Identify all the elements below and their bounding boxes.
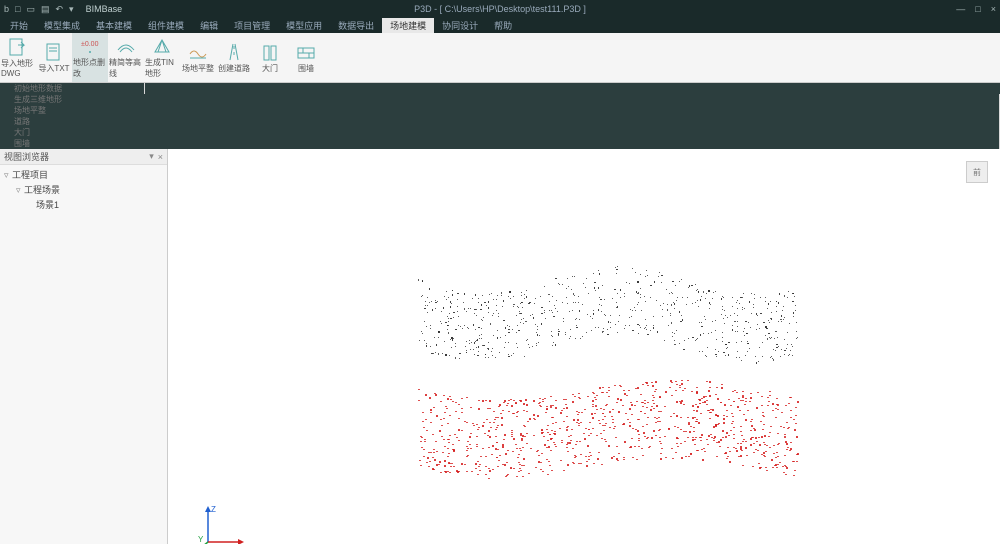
tab-model-integration[interactable]: 模型集成 xyxy=(36,18,88,33)
title-bar: b □ ▭ ▤ ↶ ▾ BIMBase P3D - [ C:\Users\HP\… xyxy=(0,0,1000,18)
qat-new-icon[interactable]: □ xyxy=(15,4,20,15)
axis-z-label: Z xyxy=(211,505,216,514)
panel-pin-icon[interactable]: ▾ xyxy=(149,151,154,162)
maximize-button[interactable]: □ xyxy=(975,4,980,14)
app-brand: BIMBase xyxy=(86,4,123,14)
import-dwg-button[interactable]: 导入地形DWG xyxy=(0,33,36,82)
qat-open-icon[interactable]: ▭ xyxy=(26,4,35,15)
tin-icon xyxy=(152,36,172,56)
viewcube[interactable]: 前 xyxy=(966,161,988,183)
tree-node-scene-group[interactable]: ▿工程场景 xyxy=(4,182,163,197)
close-button[interactable]: × xyxy=(991,4,996,14)
tab-help[interactable]: 帮助 xyxy=(486,18,520,33)
panel-title: 视图浏览器 xyxy=(4,150,49,163)
qat-save-icon[interactable]: ▤ xyxy=(41,4,50,15)
group-label-initial-terrain: 初始地形数据 xyxy=(0,83,145,94)
tree-node-project[interactable]: ▿工程项目 xyxy=(4,167,163,182)
import-txt-button[interactable]: 导入TXT xyxy=(36,33,72,82)
gate-icon xyxy=(260,42,280,62)
tab-data-export[interactable]: 数据导出 xyxy=(330,18,382,33)
tab-edit[interactable]: 编辑 xyxy=(192,18,226,33)
import-txt-icon xyxy=(44,42,64,62)
wall-button[interactable]: 围墙 xyxy=(288,33,324,82)
point-cloud-upper xyxy=(418,259,798,369)
wall-icon xyxy=(296,42,316,62)
create-road-button[interactable]: 创建道路 xyxy=(216,33,252,82)
import-dwg-icon xyxy=(8,37,28,57)
tab-project-management[interactable]: 项目管理 xyxy=(226,18,278,33)
window-controls: — □ × xyxy=(956,4,996,14)
simplify-contour-button[interactable]: 精简等高线 xyxy=(108,33,144,82)
app-logo-icon[interactable]: b xyxy=(4,4,9,15)
project-tree: ▿工程项目 ▿工程场景 场景1 xyxy=(0,165,167,544)
flatten-icon xyxy=(188,42,208,62)
panel-close-icon[interactable]: × xyxy=(158,152,163,162)
road-icon xyxy=(224,42,244,62)
group-label-gate: 大门 xyxy=(0,127,1000,138)
simplify-contour-icon xyxy=(116,36,136,56)
generate-tin-button[interactable]: 生成TIN地形 xyxy=(144,33,180,82)
panel-header: 视图浏览器 ▾ × xyxy=(0,149,167,165)
site-flatten-button[interactable]: 场地平整 xyxy=(180,33,216,82)
tab-site-modeling[interactable]: 场地建模 xyxy=(382,18,434,33)
gate-button[interactable]: 大门 xyxy=(252,33,288,82)
qat-dropdown-icon[interactable]: ▾ xyxy=(69,4,74,15)
axis-gizmo: Z X Y xyxy=(198,502,248,544)
axis-y-label: Y xyxy=(198,535,204,544)
ribbon: 导入地形DWG 导入TXT ±0.00 地形点删改 精简等高线 生成TIN地形 … xyxy=(0,33,1000,149)
quick-access-toolbar: b □ ▭ ▤ ↶ ▾ xyxy=(4,4,74,15)
group-label-road: 道路 xyxy=(0,116,1000,127)
edit-points-button[interactable]: ±0.00 地形点删改 xyxy=(72,33,108,82)
group-label-wall: 围墙 xyxy=(0,138,1000,149)
tab-model-application[interactable]: 模型应用 xyxy=(278,18,330,33)
qat-undo-icon[interactable]: ↶ xyxy=(55,4,63,15)
side-panel: 视图浏览器 ▾ × ▿工程项目 ▿工程场景 场景1 xyxy=(0,149,168,544)
tree-node-scene-1[interactable]: 场景1 xyxy=(4,197,163,212)
tab-collaborative-design[interactable]: 协同设计 xyxy=(434,18,486,33)
point-cloud-lower xyxy=(418,379,798,479)
edit-points-icon: ±0.00 xyxy=(80,36,100,56)
svg-text:±0.00: ±0.00 xyxy=(81,41,99,48)
tab-component-modeling[interactable]: 组件建模 xyxy=(140,18,192,33)
ribbon-group-labels: 初始地形数据 生成三维地形 场地平整 道路 大门 围墙 xyxy=(0,83,1000,149)
tab-basic-modeling[interactable]: 基本建模 xyxy=(88,18,140,33)
ribbon-tabs: 开始 模型集成 基本建模 组件建模 编辑 项目管理 模型应用 数据导出 场地建模… xyxy=(0,18,1000,33)
group-label-flatten: 场地平整 xyxy=(0,105,1000,116)
document-title: P3D - [ C:\Users\HP\Desktop\test111.P3D … xyxy=(414,4,586,14)
viewport-3d[interactable]: 前 Z X Y xyxy=(168,149,1000,544)
minimize-button[interactable]: — xyxy=(956,4,965,14)
tab-start[interactable]: 开始 xyxy=(2,18,36,33)
group-label-3d-terrain: 生成三维地形 xyxy=(0,94,1000,105)
